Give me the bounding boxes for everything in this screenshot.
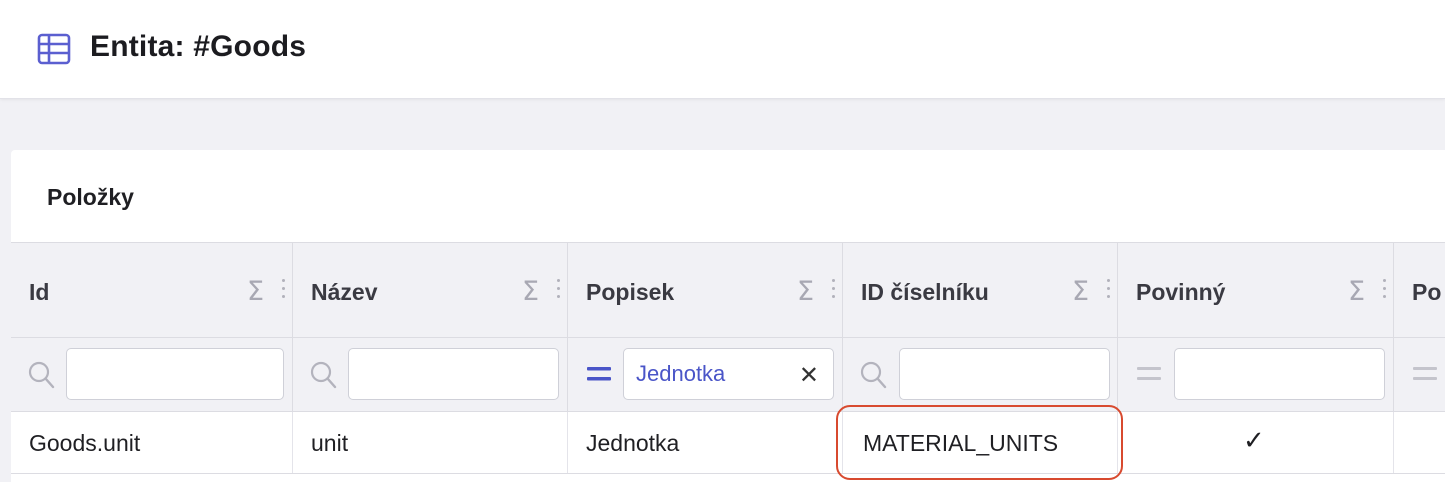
grid-filter-row: ✕ [11, 338, 1445, 412]
sigma-icon[interactable]: Σ [1072, 276, 1089, 307]
cell-name[interactable]: unit [293, 412, 568, 473]
column-menu-icon[interactable] [1383, 279, 1387, 303]
cell-text: Jednotka [586, 430, 680, 456]
filter-input[interactable] [900, 349, 1109, 399]
column-menu-icon[interactable] [1107, 279, 1111, 303]
filter-cell-codelist-id [843, 338, 1118, 411]
filter-cell-partial [1394, 338, 1445, 411]
equals-icon[interactable] [1137, 366, 1161, 382]
highlight-annotation [836, 405, 1123, 480]
page-header: Entita: #Goods [0, 0, 1445, 99]
sigma-icon[interactable]: Σ [522, 276, 539, 307]
column-menu-icon[interactable] [832, 279, 836, 303]
column-header-name[interactable]: Název Σ [293, 243, 568, 337]
table-row[interactable]: Goods.unit unit Jednotka MATERIAL_UNITS … [11, 412, 1445, 474]
cell-text: Goods.unit [29, 430, 141, 456]
cell-text: unit [311, 430, 349, 456]
table-icon [37, 33, 71, 65]
column-header-id[interactable]: Id Σ [11, 243, 293, 337]
checkmark-icon: ✓ [1243, 426, 1265, 456]
cell-label[interactable]: Jednotka [568, 412, 843, 473]
cell-id[interactable]: Goods.unit [11, 412, 293, 473]
section-title: Položky [47, 184, 134, 210]
column-header-label[interactable]: Popisek Σ [568, 243, 843, 337]
column-label: Název [311, 279, 378, 305]
column-label: Id [29, 279, 50, 305]
column-header-required[interactable]: Povinný Σ [1118, 243, 1394, 337]
filter-cell-id [11, 338, 293, 411]
filter-input-name[interactable] [348, 348, 559, 400]
column-header-partial[interactable]: Po [1394, 243, 1445, 337]
filter-input-label[interactable]: ✕ [623, 348, 834, 400]
filter-input[interactable] [67, 349, 283, 399]
filter-input-id[interactable] [66, 348, 284, 400]
search-icon[interactable] [309, 360, 337, 390]
equals-icon[interactable] [587, 366, 611, 382]
column-label: Po [1412, 279, 1442, 305]
filter-input[interactable] [349, 349, 558, 399]
filter-cell-label: ✕ [568, 338, 843, 411]
search-icon[interactable] [27, 360, 55, 390]
sigma-icon[interactable]: Σ [247, 276, 264, 307]
filter-input-codelist-id[interactable] [899, 348, 1110, 400]
page-title: Entita: #Goods [90, 30, 307, 63]
equals-icon[interactable] [1413, 366, 1437, 382]
column-menu-icon[interactable] [282, 279, 286, 303]
clear-icon[interactable]: ✕ [799, 361, 819, 389]
search-icon[interactable] [859, 360, 887, 390]
filter-input[interactable] [1175, 349, 1384, 399]
filter-cell-required [1118, 338, 1394, 411]
filter-cell-name [293, 338, 568, 411]
cell-partial[interactable] [1394, 412, 1445, 473]
sigma-icon[interactable]: Σ [1348, 276, 1365, 307]
sigma-icon[interactable]: Σ [797, 276, 814, 307]
column-label: Povinný [1136, 279, 1226, 305]
grid-header-row: Id Σ Název Σ Popisek Σ ID číselníku Σ Po… [11, 242, 1445, 338]
column-header-codelist-id[interactable]: ID číselníku Σ [843, 243, 1118, 337]
column-label: Popisek [586, 279, 675, 305]
filter-input-required[interactable] [1174, 348, 1385, 400]
items-card: Položky Id Σ Název Σ Popisek Σ ID číseln… [11, 150, 1445, 482]
column-menu-icon[interactable] [557, 279, 561, 303]
cell-required[interactable]: ✓ [1118, 412, 1394, 473]
column-label: ID číselníku [861, 279, 989, 305]
